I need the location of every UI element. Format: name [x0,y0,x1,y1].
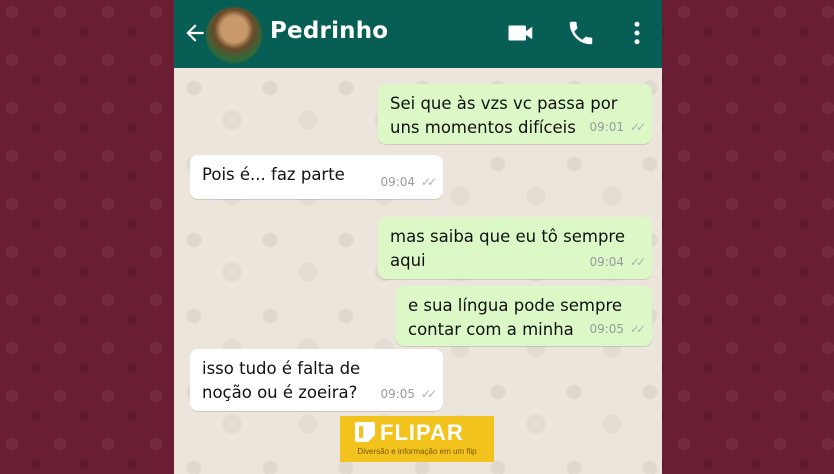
message-text-line: mas saiba que eu tô sempre [390,227,626,246]
contact-name[interactable]: Pedrinho [270,18,388,44]
flipar-logo-icon [355,422,375,442]
message-time: 09:05 ✓✓ [589,322,646,336]
phone-icon[interactable] [566,18,596,48]
more-vertical-icon[interactable] [622,18,652,48]
message-bubble-incoming[interactable]: Pois é... faz parte 09:04 ✓✓ [190,155,443,199]
message-time: 09:01 ✓✓ [589,120,646,134]
message-time: 09:04 ✓✓ [589,255,646,269]
flipar-tagline: Diversão e informação em um flip [357,447,477,456]
double-check-icon: ✓✓ [629,120,646,134]
message-bubble-outgoing[interactable]: Sei que às vzs vc passa por uns momentos… [378,84,652,144]
arrow-left-icon[interactable] [182,20,208,46]
message-time: 09:04 ✓✓ [380,175,437,189]
video-camera-icon[interactable] [506,18,536,48]
double-check-icon: ✓✓ [420,387,437,401]
flipar-watermark: FLIPAR Diversão e informação em um flip [340,416,494,462]
chat-header: Pedrinho [174,0,662,68]
chat-window: Pedrinho Sei que às vzs vc passa por uns… [174,0,662,474]
double-check-icon: ✓✓ [420,175,437,189]
message-text-line: isso tudo é falta de [202,359,361,378]
double-check-icon: ✓✓ [629,255,646,269]
message-time: 09:05 ✓✓ [380,387,437,401]
message-bubble-incoming[interactable]: isso tudo é falta de noção ou é zoeira? … [190,349,443,411]
double-check-icon: ✓✓ [629,322,646,336]
contact-avatar[interactable] [206,7,262,63]
flipar-brand: FLIPAR [380,420,464,445]
message-bubble-outgoing[interactable]: e sua língua pode sempre contar com a mi… [396,286,652,346]
message-text-line: e sua língua pode sempre [408,296,623,315]
message-bubble-outgoing[interactable]: mas saiba que eu tô sempre aqui 09:04 ✓✓ [378,217,652,279]
message-text-line: Sei que às vzs vc passa por [390,94,618,113]
